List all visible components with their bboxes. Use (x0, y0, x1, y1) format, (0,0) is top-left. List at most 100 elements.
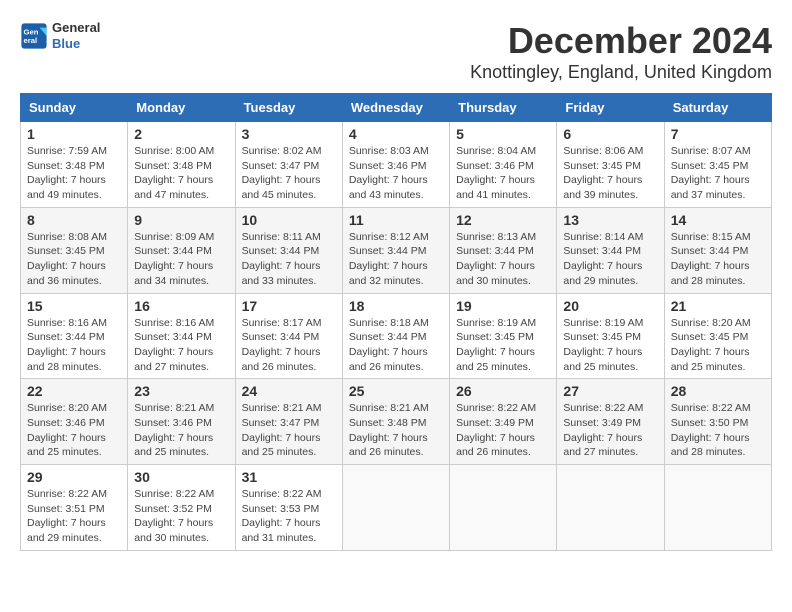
day-number: 23 (134, 383, 228, 399)
day-number: 6 (563, 126, 657, 142)
day-detail: Sunrise: 8:04 AMSunset: 3:46 PMDaylight:… (456, 144, 550, 203)
day-number: 21 (671, 298, 765, 314)
header-cell-thursday: Thursday (450, 94, 557, 122)
calendar-table: SundayMondayTuesdayWednesdayThursdayFrid… (20, 93, 772, 551)
day-number: 7 (671, 126, 765, 142)
day-cell: 11 Sunrise: 8:12 AMSunset: 3:44 PMDayligh… (342, 207, 449, 293)
day-cell: 14 Sunrise: 8:15 AMSunset: 3:44 PMDayligh… (664, 207, 771, 293)
day-detail: Sunrise: 8:21 AMSunset: 3:48 PMDaylight:… (349, 401, 443, 460)
day-cell (450, 465, 557, 551)
day-number: 29 (27, 469, 121, 485)
day-detail: Sunrise: 8:12 AMSunset: 3:44 PMDaylight:… (349, 230, 443, 289)
logo-icon: Gen eral (20, 22, 48, 50)
header-cell-tuesday: Tuesday (235, 94, 342, 122)
header: Gen eral General Blue December 2024 Knot… (20, 20, 772, 83)
day-cell: 25 Sunrise: 8:21 AMSunset: 3:48 PMDayligh… (342, 379, 449, 465)
day-cell: 22 Sunrise: 8:20 AMSunset: 3:46 PMDayligh… (21, 379, 128, 465)
day-cell: 6 Sunrise: 8:06 AMSunset: 3:45 PMDaylight… (557, 122, 664, 208)
day-cell: 28 Sunrise: 8:22 AMSunset: 3:50 PMDayligh… (664, 379, 771, 465)
month-title: December 2024 (470, 20, 772, 62)
day-detail: Sunrise: 8:13 AMSunset: 3:44 PMDaylight:… (456, 230, 550, 289)
title-section: December 2024 Knottingley, England, Unit… (470, 20, 772, 83)
day-detail: Sunrise: 8:22 AMSunset: 3:52 PMDaylight:… (134, 487, 228, 546)
day-number: 18 (349, 298, 443, 314)
day-number: 1 (27, 126, 121, 142)
header-cell-sunday: Sunday (21, 94, 128, 122)
day-detail: Sunrise: 8:08 AMSunset: 3:45 PMDaylight:… (27, 230, 121, 289)
day-detail: Sunrise: 8:02 AMSunset: 3:47 PMDaylight:… (242, 144, 336, 203)
day-number: 4 (349, 126, 443, 142)
day-detail: Sunrise: 8:00 AMSunset: 3:48 PMDaylight:… (134, 144, 228, 203)
svg-text:eral: eral (24, 36, 38, 45)
day-detail: Sunrise: 8:16 AMSunset: 3:44 PMDaylight:… (27, 316, 121, 375)
day-cell: 27Sunrise: 8:22 AMSunset: 3:49 PMDayligh… (557, 379, 664, 465)
day-cell: 31Sunrise: 8:22 AMSunset: 3:53 PMDayligh… (235, 465, 342, 551)
day-detail: Sunrise: 8:19 AMSunset: 3:45 PMDaylight:… (456, 316, 550, 375)
day-detail: Sunrise: 8:20 AMSunset: 3:46 PMDaylight:… (27, 401, 121, 460)
day-cell: 10Sunrise: 8:11 AMSunset: 3:44 PMDayligh… (235, 207, 342, 293)
day-number: 25 (349, 383, 443, 399)
day-number: 24 (242, 383, 336, 399)
day-detail: Sunrise: 8:06 AMSunset: 3:45 PMDaylight:… (563, 144, 657, 203)
day-detail: Sunrise: 8:14 AMSunset: 3:44 PMDaylight:… (563, 230, 657, 289)
day-cell: 20Sunrise: 8:19 AMSunset: 3:45 PMDayligh… (557, 293, 664, 379)
day-number: 10 (242, 212, 336, 228)
day-number: 16 (134, 298, 228, 314)
week-row-3: 15 Sunrise: 8:16 AMSunset: 3:44 PMDayligh… (21, 293, 772, 379)
day-number: 31 (242, 469, 336, 485)
day-cell: 8Sunrise: 8:08 AMSunset: 3:45 PMDaylight… (21, 207, 128, 293)
day-cell: 3Sunrise: 8:02 AMSunset: 3:47 PMDaylight… (235, 122, 342, 208)
day-detail: Sunrise: 8:17 AMSunset: 3:44 PMDaylight:… (242, 316, 336, 375)
week-row-5: 29 Sunrise: 8:22 AMSunset: 3:51 PMDayligh… (21, 465, 772, 551)
day-number: 22 (27, 383, 121, 399)
day-number: 19 (456, 298, 550, 314)
day-detail: Sunrise: 7:59 AMSunset: 3:48 PMDaylight:… (27, 144, 121, 203)
day-number: 15 (27, 298, 121, 314)
day-cell (664, 465, 771, 551)
day-cell: 16Sunrise: 8:16 AMSunset: 3:44 PMDayligh… (128, 293, 235, 379)
day-detail: Sunrise: 8:22 AMSunset: 3:49 PMDaylight:… (456, 401, 550, 460)
day-detail: Sunrise: 8:09 AMSunset: 3:44 PMDaylight:… (134, 230, 228, 289)
day-cell: 17 Sunrise: 8:17 AMSunset: 3:44 PMDayligh… (235, 293, 342, 379)
day-number: 30 (134, 469, 228, 485)
day-cell: 1 Sunrise: 7:59 AMSunset: 3:48 PMDaylight… (21, 122, 128, 208)
day-number: 12 (456, 212, 550, 228)
day-detail: Sunrise: 8:22 AMSunset: 3:51 PMDaylight:… (27, 487, 121, 546)
day-detail: Sunrise: 8:22 AMSunset: 3:50 PMDaylight:… (671, 401, 765, 460)
week-row-1: 1 Sunrise: 7:59 AMSunset: 3:48 PMDaylight… (21, 122, 772, 208)
week-row-4: 22 Sunrise: 8:20 AMSunset: 3:46 PMDayligh… (21, 379, 772, 465)
day-cell: 4Sunrise: 8:03 AMSunset: 3:46 PMDaylight… (342, 122, 449, 208)
day-cell: 26 Sunrise: 8:22 AMSunset: 3:49 PMDayligh… (450, 379, 557, 465)
day-number: 17 (242, 298, 336, 314)
day-detail: Sunrise: 8:07 AMSunset: 3:45 PMDaylight:… (671, 144, 765, 203)
day-cell: 9Sunrise: 8:09 AMSunset: 3:44 PMDaylight… (128, 207, 235, 293)
day-number: 14 (671, 212, 765, 228)
day-cell: 2 Sunrise: 8:00 AMSunset: 3:48 PMDaylight… (128, 122, 235, 208)
day-detail: Sunrise: 8:15 AMSunset: 3:44 PMDaylight:… (671, 230, 765, 289)
day-number: 26 (456, 383, 550, 399)
day-cell (557, 465, 664, 551)
day-number: 5 (456, 126, 550, 142)
day-number: 11 (349, 212, 443, 228)
day-cell: 13Sunrise: 8:14 AMSunset: 3:44 PMDayligh… (557, 207, 664, 293)
logo-text: General Blue (52, 20, 100, 51)
day-cell: 15 Sunrise: 8:16 AMSunset: 3:44 PMDayligh… (21, 293, 128, 379)
day-cell: 7 Sunrise: 8:07 AMSunset: 3:45 PMDaylight… (664, 122, 771, 208)
day-detail: Sunrise: 8:18 AMSunset: 3:44 PMDaylight:… (349, 316, 443, 375)
day-cell: 24 Sunrise: 8:21 AMSunset: 3:47 PMDayligh… (235, 379, 342, 465)
day-number: 28 (671, 383, 765, 399)
day-cell: 29 Sunrise: 8:22 AMSunset: 3:51 PMDayligh… (21, 465, 128, 551)
svg-text:Gen: Gen (24, 27, 39, 36)
day-number: 20 (563, 298, 657, 314)
day-detail: Sunrise: 8:21 AMSunset: 3:47 PMDaylight:… (242, 401, 336, 460)
day-detail: Sunrise: 8:21 AMSunset: 3:46 PMDaylight:… (134, 401, 228, 460)
day-cell (342, 465, 449, 551)
day-detail: Sunrise: 8:22 AMSunset: 3:49 PMDaylight:… (563, 401, 657, 460)
day-cell: 23 Sunrise: 8:21 AMSunset: 3:46 PMDayligh… (128, 379, 235, 465)
week-row-2: 8Sunrise: 8:08 AMSunset: 3:45 PMDaylight… (21, 207, 772, 293)
day-cell: 21 Sunrise: 8:20 AMSunset: 3:45 PMDayligh… (664, 293, 771, 379)
location-title: Knottingley, England, United Kingdom (470, 62, 772, 83)
logo: Gen eral General Blue (20, 20, 100, 51)
day-number: 2 (134, 126, 228, 142)
day-detail: Sunrise: 8:20 AMSunset: 3:45 PMDaylight:… (671, 316, 765, 375)
